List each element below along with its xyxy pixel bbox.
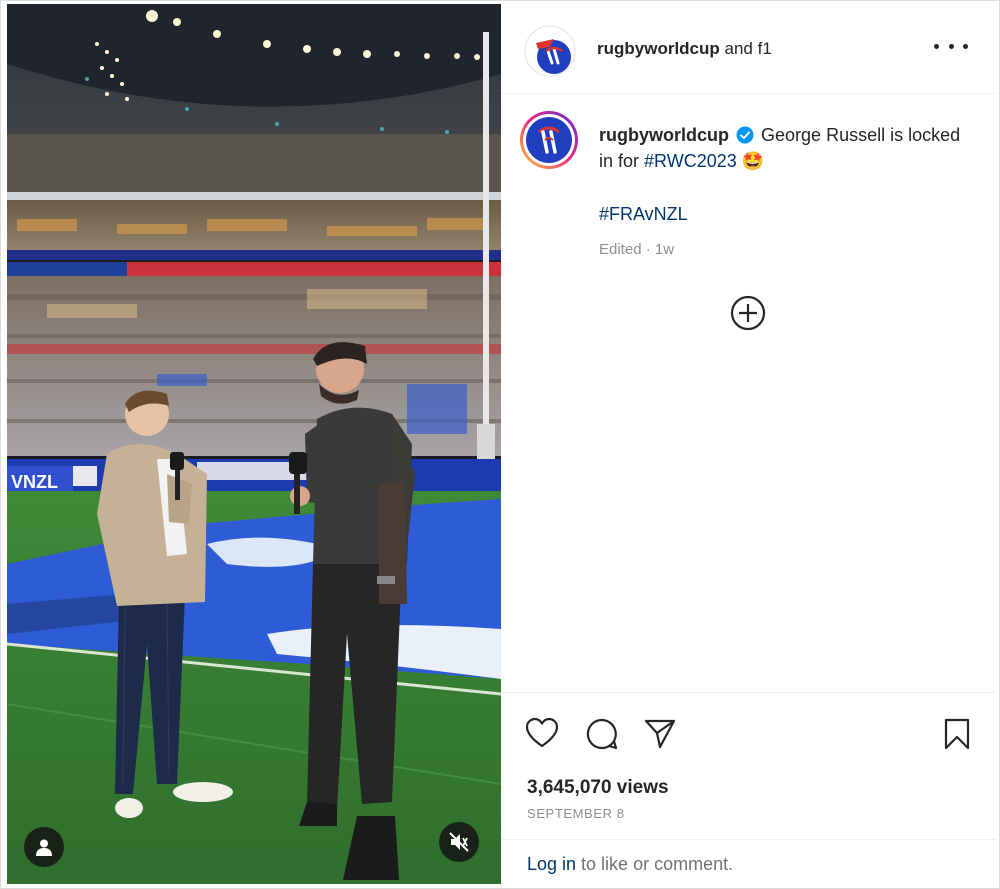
collab-conjunction: and xyxy=(724,39,753,58)
author-avatar[interactable] xyxy=(524,25,576,77)
author-username[interactable]: rugbyworldcup xyxy=(597,39,720,58)
view-count: 3,645,070 views xyxy=(527,777,669,798)
login-line: Log in to like or comment. xyxy=(527,854,733,875)
comment-icon[interactable] xyxy=(585,717,619,751)
caption-body: rugbyworldcup George Russell is locked i… xyxy=(599,122,979,263)
more-options-icon xyxy=(934,43,939,49)
svg-text:VNZL: VNZL xyxy=(11,472,58,492)
post-date: SEPTEMBER 8 xyxy=(527,806,625,821)
user-tag-button[interactable] xyxy=(24,827,64,867)
post-sidebar: rugbyworldcup and f1 rugbyworldcup Georg… xyxy=(501,4,996,884)
collaborator-username[interactable]: f1 xyxy=(758,39,772,58)
emoji-star-struck: 🤩 xyxy=(741,151,765,171)
post-meta: Edited · 1w xyxy=(599,241,675,258)
login-prompt: Log in to like or comment. xyxy=(501,839,996,884)
caption-author-avatar[interactable] xyxy=(519,110,579,170)
post-header-title: rugbyworldcup and f1 xyxy=(597,39,772,59)
share-icon[interactable] xyxy=(643,717,677,751)
verified-badge-icon xyxy=(736,126,754,144)
video-player[interactable]: VNZL xyxy=(7,4,501,884)
login-prompt-text: to like or comment. xyxy=(576,854,734,874)
add-circle-icon[interactable] xyxy=(730,295,766,331)
hashtag-fravnzl[interactable]: #FRAvNZL xyxy=(599,201,979,227)
login-link[interactable]: Log in xyxy=(527,854,576,874)
more-options-button[interactable] xyxy=(934,34,968,58)
hashtag-rwc2023[interactable]: #RWC2023 xyxy=(644,151,737,171)
bookmark-icon[interactable] xyxy=(940,717,974,751)
user-tag-icon xyxy=(36,839,52,856)
heart-icon[interactable] xyxy=(525,717,559,751)
post-frame: VNZL rugbyworldcup and f1 rugbyworldcup … xyxy=(0,0,1000,889)
video-frame: VNZL xyxy=(7,4,501,884)
mute-button[interactable] xyxy=(439,822,479,862)
muted-speaker-icon xyxy=(449,832,469,852)
caption-username[interactable]: rugbyworldcup xyxy=(599,125,729,145)
post-header: rugbyworldcup and f1 xyxy=(501,4,996,94)
